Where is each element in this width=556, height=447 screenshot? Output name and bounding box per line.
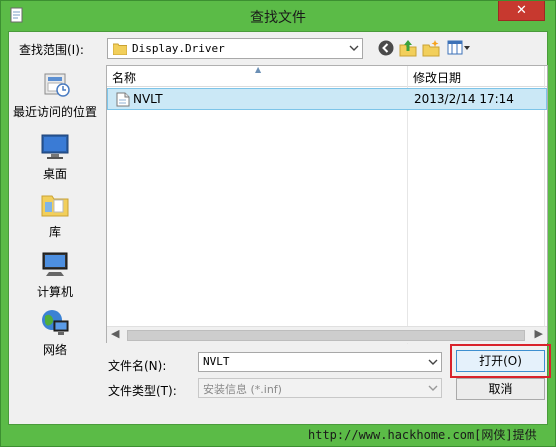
file-list[interactable]: ▲ 名称 修改日期 NVLT 2013/2/14 17:14 ◀ ▶ — [106, 65, 548, 344]
places-bar: 最近访问的位置 桌面 库 计算机 网络 — [10, 66, 100, 372]
filetype-label: 文件类型(T): — [108, 384, 177, 398]
sort-ascending-icon: ▲ — [255, 65, 262, 74]
lookin-combo[interactable]: Display.Driver — [107, 38, 363, 59]
window-title: 查找文件 — [250, 10, 306, 26]
up-folder-icon[interactable] — [399, 39, 417, 57]
cancel-button[interactable]: 取消 — [456, 378, 545, 400]
recent-places-icon — [44, 73, 70, 97]
place-label: 计算机 — [36, 285, 73, 299]
filetype-select[interactable]: 安装信息 (*.inf) — [198, 378, 442, 398]
scroll-left-icon[interactable]: ◀ — [111, 327, 119, 340]
chevron-down-icon[interactable] — [428, 383, 438, 393]
filetype-value: 安装信息 (*.inf) — [203, 383, 282, 396]
column-header: ▲ 名称 修改日期 — [107, 65, 547, 87]
libraries-icon — [41, 195, 69, 217]
open-button[interactable]: 打开(O) — [456, 350, 545, 372]
place-label: 最近访问的位置 — [12, 105, 97, 119]
view-menu-icon[interactable] — [447, 39, 471, 57]
place-label: 桌面 — [42, 167, 67, 181]
back-icon[interactable] — [377, 39, 395, 57]
place-libraries[interactable]: 库 — [10, 188, 100, 250]
scroll-right-icon[interactable]: ▶ — [535, 327, 543, 340]
filename-value: NVLT — [203, 355, 230, 368]
place-recent[interactable]: 最近访问的位置 — [10, 68, 100, 130]
chevron-down-icon[interactable] — [349, 43, 359, 53]
lookin-value: Display.Driver — [132, 42, 225, 55]
title-bar[interactable]: 查找文件 ✕ — [1, 1, 555, 31]
chevron-down-icon[interactable] — [428, 357, 438, 367]
new-folder-icon[interactable] — [422, 39, 440, 57]
filename-label: 文件名(N): — [108, 359, 167, 373]
file-icon — [116, 92, 130, 107]
column-date-header[interactable]: 修改日期 — [413, 69, 461, 86]
scrollbar-thumb[interactable] — [127, 330, 525, 341]
watermark: http://www.hackhome.com[网侠]提供 — [308, 428, 537, 442]
horizontal-scrollbar[interactable]: ◀ ▶ — [107, 326, 547, 343]
find-file-dialog: 查找文件 ✕ 查找范围(I): Display.Driver 最近访问的位置 桌… — [0, 0, 556, 447]
lookin-label: 查找范围(I): — [19, 43, 84, 57]
folder-icon — [113, 43, 127, 55]
place-label: 网络 — [42, 343, 67, 357]
filename-input[interactable]: NVLT — [198, 352, 442, 372]
column-name-header[interactable]: 名称 — [112, 69, 136, 86]
place-label: 库 — [48, 225, 61, 239]
place-computer[interactable]: 计算机 — [10, 248, 100, 310]
place-desktop[interactable]: 桌面 — [10, 130, 100, 192]
table-row[interactable]: NVLT 2013/2/14 17:14 — [107, 88, 547, 110]
computer-icon — [42, 252, 68, 276]
file-date: 2013/2/14 17:14 — [414, 92, 514, 106]
desktop-icon — [41, 134, 69, 159]
network-icon — [42, 310, 69, 335]
place-network[interactable]: 网络 — [10, 306, 100, 368]
file-name: NVLT — [133, 92, 163, 106]
close-button[interactable]: ✕ — [498, 1, 545, 21]
